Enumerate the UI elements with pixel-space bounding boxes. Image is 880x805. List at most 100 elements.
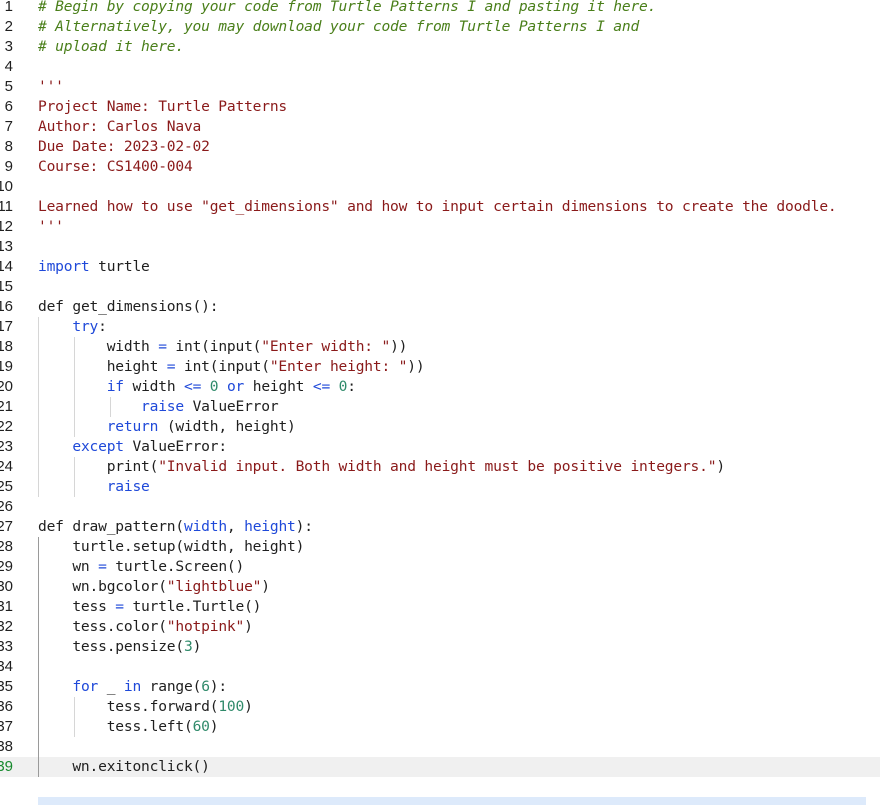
code-token: 6 (201, 678, 210, 695)
code-token: Learned how to use "get_dimensions" and … (38, 198, 837, 215)
indent-guide (38, 317, 39, 497)
code-token: wn.bgcolor( (38, 578, 167, 595)
code-editor[interactable]: 1 # Begin by copying your code from Turtl… (0, 0, 880, 805)
code-token: wn (38, 558, 99, 575)
code-line[interactable]: 12 ''' (0, 217, 880, 237)
line-number: 11 (0, 198, 13, 215)
line-code: if width <= 0 or height <= 0: (38, 377, 356, 397)
line-number: 21 (0, 398, 13, 415)
line-number: 12 (0, 218, 13, 235)
code-line[interactable]: 33 tess.pensize(3) (0, 637, 880, 657)
line-number: 36 (0, 698, 13, 715)
code-line[interactable]: 5 ''' (0, 77, 880, 97)
code-line[interactable]: 38 (0, 737, 880, 757)
code-line[interactable]: 11 Learned how to use "get_dimensions" an… (0, 197, 880, 217)
line-code: ''' (38, 77, 64, 97)
code-token: height (244, 518, 296, 535)
code-line[interactable]: 10 (0, 177, 880, 197)
code-token: ) (244, 618, 253, 635)
line-code: for _ in range(6): (38, 677, 227, 697)
code-token: # upload it here. (38, 38, 184, 55)
code-line[interactable]: 21 raise ValueError (0, 397, 880, 417)
code-token: 60 (192, 718, 210, 735)
code-line[interactable]: 34 (0, 657, 880, 677)
line-code: def draw_pattern(width, height): (38, 517, 313, 537)
code-token: )) (390, 338, 408, 355)
code-token: width (38, 338, 159, 355)
code-line[interactable]: 36 tess.forward(100) (0, 697, 880, 717)
code-line[interactable]: 4 (0, 57, 880, 77)
code-token: turtle.Screen() (106, 558, 245, 575)
line-code: except ValueError: (38, 437, 227, 457)
code-line[interactable]: 24 print("Invalid input. Both width and … (0, 457, 880, 477)
line-number: 18 (0, 338, 13, 355)
code-token: <= (184, 378, 202, 395)
code-token: ): (295, 518, 313, 535)
code-line[interactable]: 1 # Begin by copying your code from Turtl… (0, 0, 880, 17)
editor-bottom-bar (38, 797, 866, 805)
line-code: Due Date: 2023-02-02 (38, 137, 210, 157)
code-token: (width, height) (158, 418, 296, 435)
code-token: width (183, 518, 227, 535)
line-number: 1 (4, 0, 13, 15)
code-line[interactable]: 26 (0, 497, 880, 517)
line-number: 7 (4, 118, 13, 135)
code-line[interactable]: 9 Course: CS1400-004 (0, 157, 880, 177)
code-line[interactable]: 37 tess.left(60) (0, 717, 880, 737)
code-token: get_dimensions(): (63, 298, 219, 315)
line-number: 14 (0, 258, 13, 275)
line-number: 29 (0, 558, 13, 575)
code-line[interactable]: 17 try: (0, 317, 880, 337)
code-line[interactable]: 25 raise (0, 477, 880, 497)
code-token: _ (98, 678, 124, 695)
code-token: print( (38, 458, 159, 475)
line-code: tess.forward(100) (38, 697, 253, 717)
code-line[interactable]: 19 height = int(input("Enter height: ")) (0, 357, 880, 377)
line-number: 19 (0, 358, 13, 375)
code-line[interactable]: 29 wn = turtle.Screen() (0, 557, 880, 577)
code-line[interactable]: 18 width = int(input("Enter width: ")) (0, 337, 880, 357)
code-line[interactable]: 20 if width <= 0 or height <= 0: (0, 377, 880, 397)
code-token: import (38, 258, 90, 275)
code-line[interactable]: 3 # upload it here. (0, 37, 880, 57)
code-token: tess (38, 598, 116, 615)
line-number: 16 (0, 298, 13, 315)
code-token: ) (716, 458, 725, 475)
code-line[interactable]: 27 def draw_pattern(width, height): (0, 517, 880, 537)
line-number: 26 (0, 498, 13, 515)
code-line[interactable]: 35 for _ in range(6): (0, 677, 880, 697)
line-number: 32 (0, 618, 13, 635)
code-line[interactable]: 31 tess = turtle.Turtle() (0, 597, 880, 617)
code-line[interactable]: 8 Due Date: 2023-02-02 (0, 137, 880, 157)
line-code: height = int(input("Enter height: ")) (38, 357, 425, 377)
code-token: tess.color( (38, 618, 167, 635)
code-line[interactable]: 30 wn.bgcolor("lightblue") (0, 577, 880, 597)
line-number: 17 (0, 318, 13, 335)
code-line[interactable]: 23 except ValueError: (0, 437, 880, 457)
code-token: "lightblue" (166, 578, 262, 595)
code-line[interactable]: 39 wn.exitonclick() (0, 757, 880, 777)
code-token: if (106, 378, 124, 395)
code-line[interactable]: 2 # Alternatively, you may download your … (0, 17, 880, 37)
code-line[interactable]: 22 return (width, height) (0, 417, 880, 437)
code-token: width (123, 378, 184, 395)
code-token: return (106, 418, 159, 435)
code-line[interactable]: 15 (0, 277, 880, 297)
code-token: or (226, 378, 245, 395)
code-line[interactable]: 6 Project Name: Turtle Patterns (0, 97, 880, 117)
line-code: turtle.setup(width, height) (38, 537, 304, 557)
code-line[interactable]: 16 def get_dimensions(): (0, 297, 880, 317)
code-line[interactable]: 14 import turtle (0, 257, 880, 277)
line-number: 13 (0, 238, 13, 255)
code-line[interactable]: 32 tess.color("hotpink") (0, 617, 880, 637)
code-line[interactable]: 7 Author: Carlos Nava (0, 117, 880, 137)
code-line[interactable]: 13 (0, 237, 880, 257)
code-line[interactable]: 28 turtle.setup(width, height) (0, 537, 880, 557)
code-token: ): (209, 678, 227, 695)
code-token: 3 (183, 638, 193, 655)
line-number: 4 (4, 58, 13, 75)
